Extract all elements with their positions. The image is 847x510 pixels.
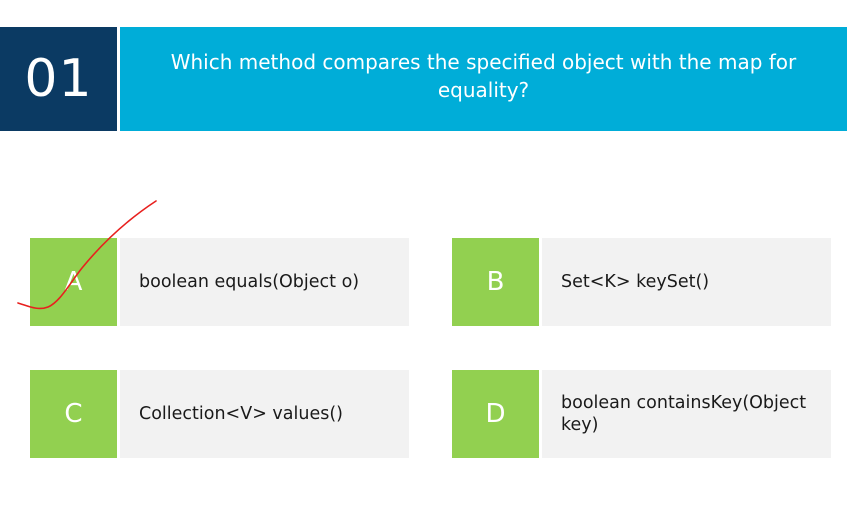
option-c-letter[interactable]: C [30, 370, 117, 458]
option-b-letter[interactable]: B [452, 238, 539, 326]
option-a[interactable]: A boolean equals(Object o) [30, 238, 409, 326]
option-b-text[interactable]: Set<K> keySet() [542, 238, 831, 326]
question-text: Which method compares the specified obje… [120, 27, 847, 131]
option-b[interactable]: B Set<K> keySet() [452, 238, 831, 326]
option-a-text[interactable]: boolean equals(Object o) [120, 238, 409, 326]
option-d-text[interactable]: boolean containsKey(Object key) [542, 370, 831, 458]
option-d-letter[interactable]: D [452, 370, 539, 458]
option-c[interactable]: C Collection<V> values() [30, 370, 409, 458]
option-d[interactable]: D boolean containsKey(Object key) [452, 370, 831, 458]
option-a-letter[interactable]: A [30, 238, 117, 326]
option-c-text[interactable]: Collection<V> values() [120, 370, 409, 458]
question-number: 01 [0, 27, 117, 131]
